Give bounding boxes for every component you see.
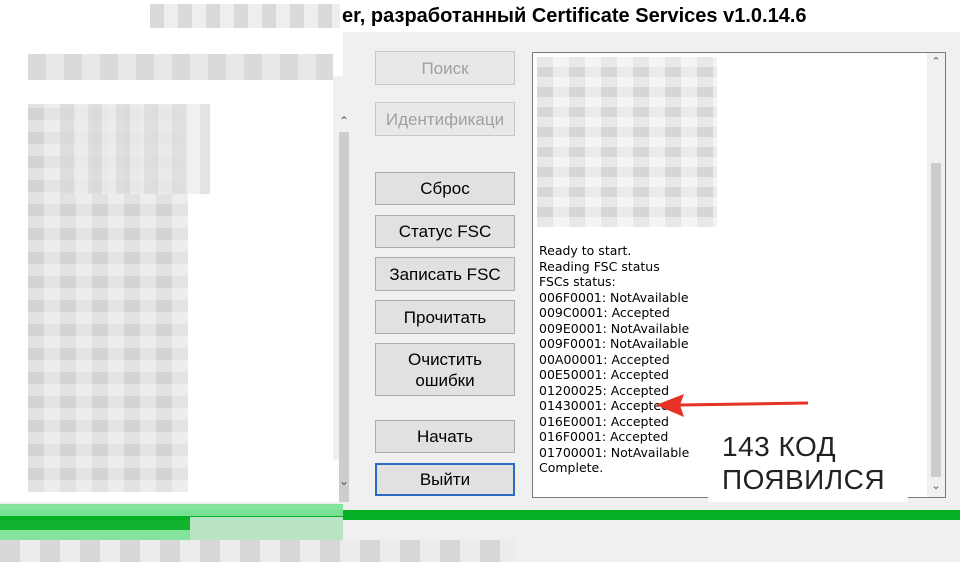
blurred-status-bar (0, 540, 515, 562)
annotation-line-1: 143 КОД (722, 431, 837, 462)
annotation-box: 143 КОД ПОЯВИЛСЯ (708, 424, 908, 502)
blurred-progress-detail (190, 517, 343, 540)
annotation-line-2: ПОЯВИЛСЯ (722, 464, 886, 495)
arrow-head-icon (656, 394, 684, 417)
arrow-shaft (679, 401, 809, 407)
annotation-text: 143 КОД ПОЯВИЛСЯ (722, 430, 885, 496)
